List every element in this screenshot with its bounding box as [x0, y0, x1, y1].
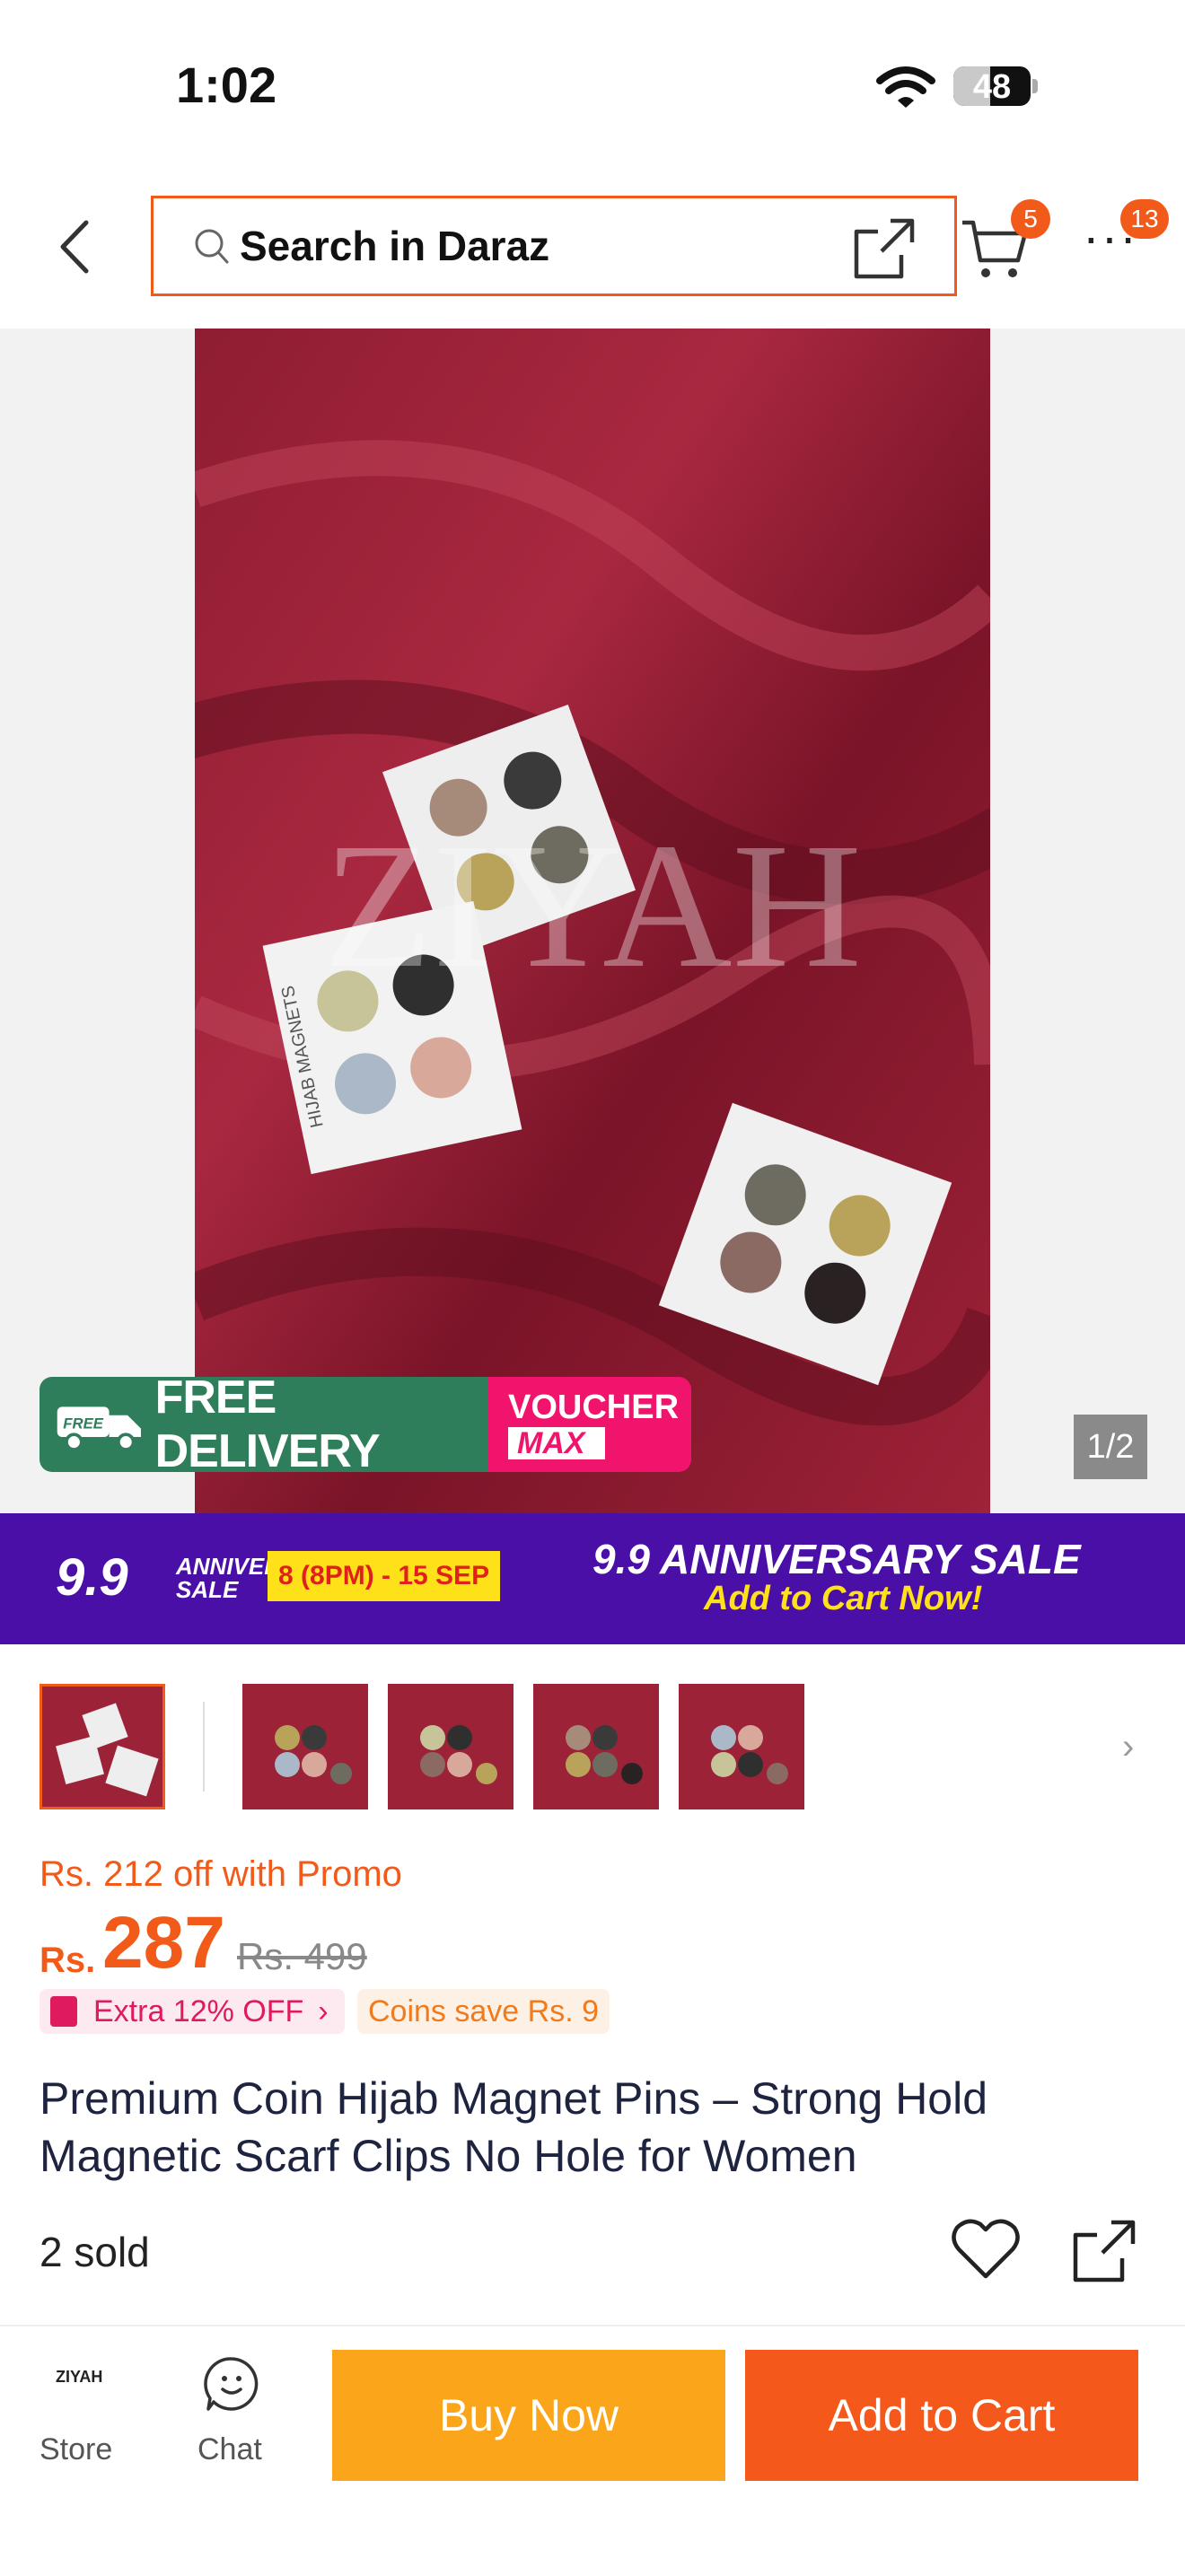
heart-icon[interactable]: [950, 2217, 1022, 2282]
more-count-badge: 13: [1120, 199, 1169, 239]
thumbnail-image: [388, 1684, 514, 1809]
thumbnail-image: [679, 1684, 804, 1809]
chat-icon[interactable]: [203, 2355, 260, 2413]
free-delivery-text: FREE DELIVERY: [154, 1377, 381, 1472]
chat-button[interactable]: Chat: [198, 2432, 262, 2467]
thumbnail-2[interactable]: [242, 1684, 368, 1809]
sale-title: 9.9 ANNIVERSARY SALE: [592, 1536, 1081, 1582]
extra-off-badge[interactable]: Extra 12% OFF ›: [40, 1989, 345, 2034]
watermark: ZIYAH: [323, 807, 862, 1005]
free-delivery-voucher-banner[interactable]: FREE FREE DELIVERY VOUCHER MAX: [40, 1377, 691, 1472]
thumbnail-separator: [203, 1702, 205, 1792]
buy-now-button[interactable]: Buy Now: [332, 2350, 725, 2481]
truck-icon: FREE: [57, 1406, 141, 1451]
search-placeholder: Search in Daraz: [240, 223, 550, 269]
wifi-icon: [876, 66, 935, 108]
thumbnail-image: [533, 1684, 659, 1809]
free-delivery-section: FREE FREE DELIVERY: [40, 1377, 488, 1472]
sold-count: 2 sold: [40, 2229, 150, 2275]
voucher-label: VOUCHER: [508, 1389, 680, 1426]
search-icon: [195, 229, 229, 264]
price-currency: Rs.: [40, 1941, 96, 1980]
thumbnail-3[interactable]: [388, 1684, 514, 1809]
promo-discount: Rs. 212 off with Promo: [40, 1854, 402, 1894]
add-to-cart-button[interactable]: Add to Cart: [745, 2350, 1138, 2481]
battery-level: 48: [972, 68, 1012, 106]
coins-badge: Coins save Rs. 9: [357, 1989, 610, 2034]
sale-logo: 9.9: [56, 1548, 128, 1607]
back-button[interactable]: [50, 215, 104, 278]
extra-off-label: Extra 12% OFF: [93, 1993, 304, 2028]
sale-dates: 8 (8PM) - 15 SEP: [268, 1551, 501, 1601]
thumbnail-5[interactable]: [679, 1684, 804, 1809]
product-image[interactable]: HIJAB MAGNETS ZIYAH: [195, 329, 990, 1513]
chevron-right-icon: ›: [318, 1993, 329, 2028]
store-button[interactable]: Store: [40, 2432, 112, 2467]
search-input[interactable]: Search in Daraz: [151, 196, 957, 296]
share-icon[interactable]: [1070, 2217, 1138, 2285]
cart-count-badge: 5: [1011, 199, 1050, 239]
thumbnail-image: [42, 1687, 162, 1807]
battery-tip: [1032, 79, 1038, 93]
sale-cta: Add to Cart Now!: [704, 1580, 983, 1617]
share-button[interactable]: [851, 215, 917, 282]
voucher-max-label: MAX: [508, 1427, 605, 1459]
image-counter: 1/2: [1074, 1415, 1147, 1479]
price: 287: [102, 1902, 225, 1984]
chevron-right-icon[interactable]: ›: [1122, 1727, 1134, 1767]
thumbnail-4[interactable]: [533, 1684, 659, 1809]
battery-icon: 48: [953, 66, 1031, 106]
thumbnail-1[interactable]: [40, 1684, 165, 1809]
thumbnail-image: [242, 1684, 368, 1809]
sale-logo-sub: ANNIVERSARY SALE: [176, 1553, 346, 1603]
original-price: Rs. 499: [237, 1935, 367, 1977]
product-title: Premium Coin Hijab Magnet Pins – Strong …: [40, 2073, 988, 2181]
free-tag: FREE: [63, 1415, 104, 1433]
discount-tag-icon: [50, 1996, 77, 2027]
store-logo[interactable]: ZIYAH: [56, 2368, 102, 2387]
voucher-max-section: VOUCHER MAX: [488, 1377, 691, 1472]
product-photo: HIJAB MAGNETS ZIYAH: [195, 329, 990, 1513]
status-time: 1:02: [176, 57, 277, 113]
